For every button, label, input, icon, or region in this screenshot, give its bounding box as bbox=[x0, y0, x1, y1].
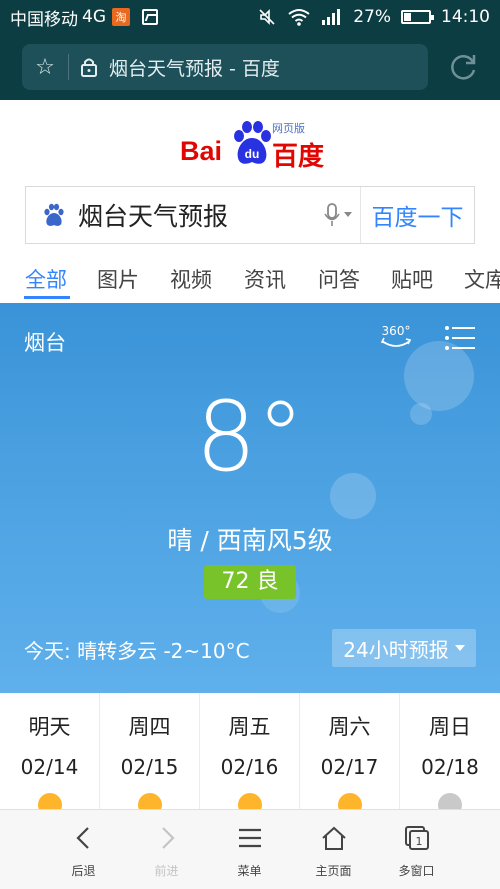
wifi-icon bbox=[288, 9, 310, 26]
tab-qa[interactable]: 问答 bbox=[318, 264, 360, 294]
microphone-icon bbox=[324, 203, 340, 226]
day-date: 02/17 bbox=[320, 755, 379, 779]
weather-condition-wind: 晴 / 西南风5级 bbox=[167, 526, 333, 555]
day-name: 周五 bbox=[228, 715, 271, 739]
menu-button[interactable]: 菜单 bbox=[208, 810, 291, 889]
day-name: 明天 bbox=[28, 715, 71, 739]
logo-web-version-tag: 网页版 bbox=[272, 122, 305, 135]
search-box: 烟台天气预报 百度一下 bbox=[25, 186, 475, 244]
day-date: 02/16 bbox=[220, 755, 279, 779]
caret-down-icon bbox=[344, 212, 352, 217]
voice-search-button[interactable] bbox=[316, 203, 360, 227]
tab-wenku[interactable]: 文库 bbox=[464, 264, 500, 294]
windows-label: 多窗口 bbox=[398, 864, 435, 878]
tab-news[interactable]: 资讯 bbox=[244, 264, 286, 294]
search-category-tabs: 全部 图片 视频 资讯 问答 贴吧 文库 bbox=[0, 258, 500, 302]
logo-baidu-cn-text: 百度 bbox=[272, 142, 325, 172]
today-summary: 今天: 晴转多云 -2~10°C bbox=[24, 639, 250, 663]
forecast-day[interactable]: 周六 02/17 bbox=[300, 693, 400, 817]
baidu-logo[interactable]: Bai du 网页版 百度 bbox=[180, 120, 330, 172]
taobao-notification-icon: 淘 bbox=[112, 8, 130, 26]
mute-icon bbox=[259, 9, 275, 25]
day-name: 周日 bbox=[429, 715, 471, 739]
signal-icon bbox=[322, 9, 341, 25]
clock: 14:10 bbox=[441, 7, 490, 27]
baidu-header: Bai du 网页版 百度 bbox=[0, 100, 500, 184]
tab-images[interactable]: 图片 bbox=[97, 264, 139, 294]
forecast-day[interactable]: 周日 02/18 bbox=[400, 693, 500, 817]
caret-down-icon bbox=[454, 645, 465, 651]
bottom-navigation: 后退 前进 菜单 主页面 1 多窗口 bbox=[0, 809, 500, 889]
battery-percent: 27% bbox=[353, 7, 391, 27]
tab-tieba[interactable]: 贴吧 bbox=[391, 264, 433, 294]
weather-card[interactable]: 烟台 360° 8° 晴 / 西南风5级 72 良 今天: 晴转多云 -2~10… bbox=[0, 303, 500, 693]
address-bar[interactable]: ☆ 烟台天气预报 - 百度 bbox=[22, 44, 428, 90]
daily-forecast: 明天 02/14 周四 02/15 周五 02/16 周六 02/17 周日 0… bbox=[0, 693, 500, 817]
forecast-day[interactable]: 周五 02/16 bbox=[200, 693, 300, 817]
city-name[interactable]: 烟台 bbox=[24, 327, 66, 357]
day-date: 02/15 bbox=[120, 755, 179, 779]
page-title-url: 烟台天气预报 - 百度 bbox=[109, 57, 280, 80]
hourly-forecast-button[interactable]: 24小时预报 bbox=[332, 629, 476, 667]
air-quality-badge[interactable]: 72 良 bbox=[204, 565, 296, 599]
forward-button[interactable]: 前进 bbox=[125, 810, 208, 889]
day-name: 周四 bbox=[128, 715, 171, 739]
panorama-360-label: 360° bbox=[382, 324, 411, 338]
hamburger-menu-icon bbox=[238, 828, 261, 848]
forecast-day[interactable]: 明天 02/14 bbox=[0, 693, 100, 817]
baidu-paw-icon: du bbox=[234, 121, 271, 164]
search-input[interactable]: 烟台天气预报 bbox=[78, 197, 316, 233]
battery-icon bbox=[401, 10, 434, 24]
home-icon bbox=[321, 826, 346, 850]
status-bar: 中国移动 4G 淘 27% 14:10 bbox=[0, 0, 500, 34]
chevron-left-icon bbox=[75, 827, 89, 849]
logo-du-text: du bbox=[245, 147, 260, 161]
browser-toolbar: ☆ 烟台天气预报 - 百度 bbox=[0, 34, 500, 100]
current-temperature: 8° bbox=[195, 381, 305, 493]
tab-videos[interactable]: 视频 bbox=[170, 264, 212, 294]
network-type: 4G bbox=[82, 7, 106, 27]
hourly-forecast-label: 24小时预报 bbox=[343, 637, 449, 662]
lock-icon bbox=[69, 57, 109, 77]
active-tab-indicator bbox=[24, 296, 70, 299]
windows-button[interactable]: 1 多窗口 bbox=[375, 810, 458, 889]
day-date: 02/18 bbox=[421, 755, 479, 779]
bookmark-star-icon[interactable]: ☆ bbox=[22, 55, 68, 80]
day-name: 周六 bbox=[328, 715, 371, 739]
back-button[interactable]: 后退 bbox=[42, 810, 125, 889]
day-date: 02/14 bbox=[20, 755, 79, 779]
window-count: 1 bbox=[415, 835, 422, 848]
multi-window-icon: 1 bbox=[404, 826, 429, 850]
logo-bai-text: Bai bbox=[180, 136, 223, 166]
back-label: 后退 bbox=[71, 864, 96, 878]
carrier-info: 中国移动 4G 淘 bbox=[10, 5, 158, 30]
tab-all[interactable]: 全部 bbox=[25, 264, 67, 294]
list-menu-icon[interactable] bbox=[444, 325, 476, 351]
carrier-name: 中国移动 bbox=[10, 9, 78, 30]
reload-icon[interactable] bbox=[446, 50, 480, 84]
home-label: 主页面 bbox=[315, 864, 352, 878]
forward-label: 前进 bbox=[154, 864, 179, 878]
chevron-right-icon bbox=[161, 827, 175, 849]
baidu-paw-small-icon bbox=[44, 203, 64, 226]
forecast-day[interactable]: 周四 02/15 bbox=[100, 693, 200, 817]
menu-label: 菜单 bbox=[237, 864, 262, 878]
image-notification-icon bbox=[142, 9, 158, 25]
home-button[interactable]: 主页面 bbox=[292, 810, 375, 889]
panorama-360-icon[interactable]: 360° bbox=[378, 321, 414, 355]
search-button[interactable]: 百度一下 bbox=[360, 187, 474, 243]
